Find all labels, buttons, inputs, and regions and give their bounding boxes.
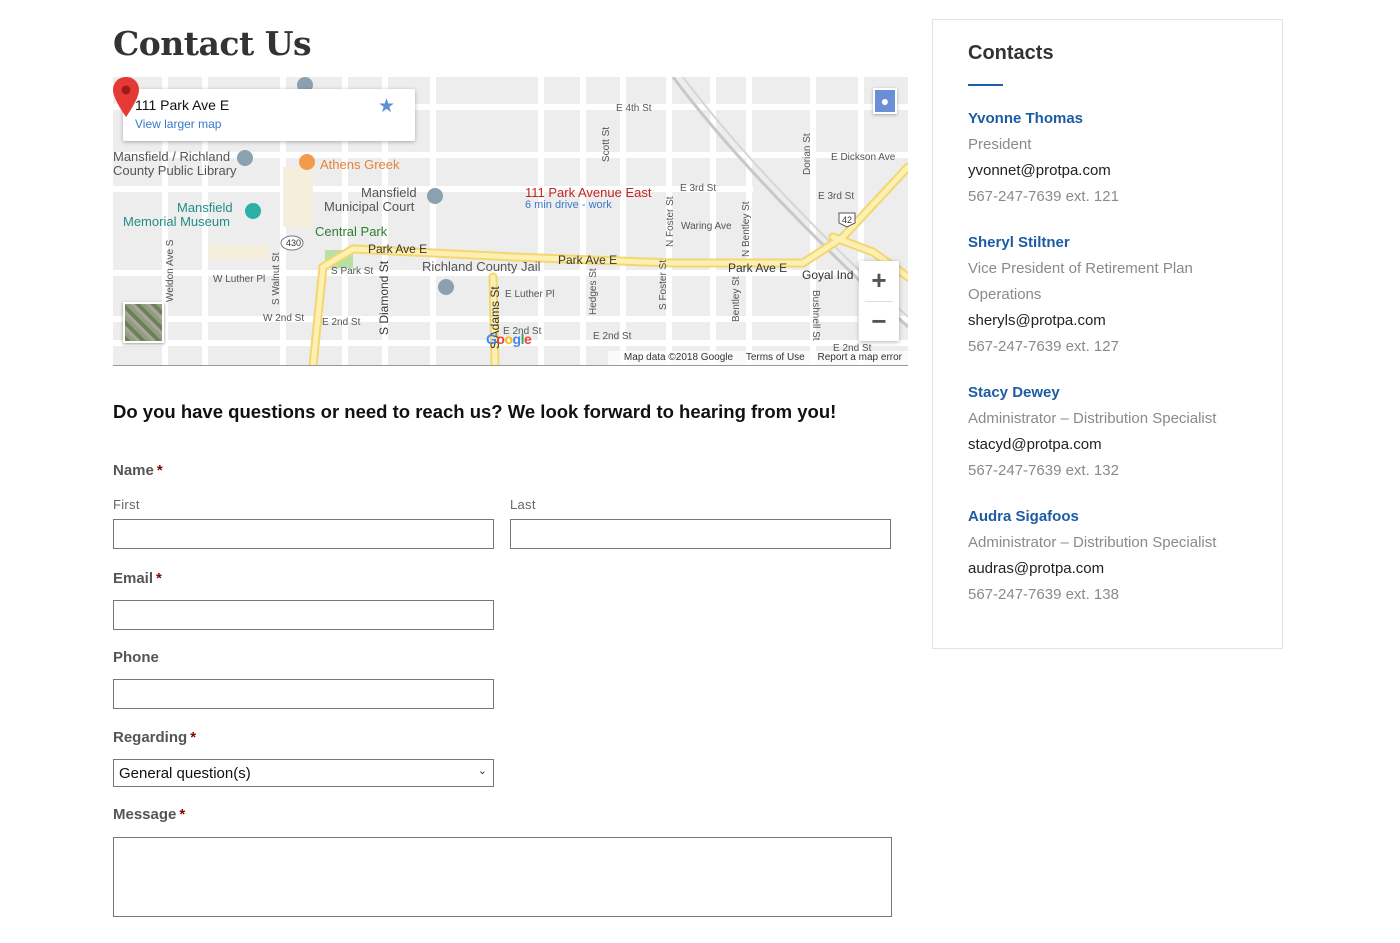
map-label-museum-2: Memorial Museum <box>123 214 230 229</box>
chevron-down-icon: ⌄ <box>477 765 487 777</box>
street-view-pegman-icon[interactable]: ● <box>873 88 897 114</box>
map-label-e2nd-1: E 2nd St <box>322 317 361 328</box>
view-larger-map-link[interactable]: View larger map <box>135 117 221 131</box>
map-label-athens-greek: Athens Greek <box>320 157 400 172</box>
map-terms-link[interactable]: Terms of Use <box>746 352 805 363</box>
first-name-input[interactable] <box>113 519 494 549</box>
contact-role: Administrator – Distribution Specialist <box>968 534 1217 551</box>
map-data-credit: Map data ©2018 Google <box>623 352 734 363</box>
regarding-select[interactable]: General question(s) ⌄ <box>113 759 494 787</box>
map-label-court-2: Municipal Court <box>324 199 415 214</box>
contact-name[interactable]: Yvonne Thomas <box>968 106 1268 132</box>
form-intro: Do you have questions or need to reach u… <box>113 401 837 422</box>
contact-phone: 567-247-7639 ext. 132 <box>968 462 1119 479</box>
contact-phone: 567-247-7639 ext. 127 <box>968 338 1119 355</box>
regarding-label: Regarding * <box>113 729 197 746</box>
contact-phone: 567-247-7639 ext. 138 <box>968 586 1119 603</box>
email-label: Email * <box>113 570 162 587</box>
map-info-card: 111 Park Ave E View larger map ★ <box>123 89 415 141</box>
email-input[interactable] <box>113 600 494 630</box>
location-pin-icon[interactable] <box>113 77 139 117</box>
contact-role: President <box>968 136 1032 153</box>
map-card-address: 111 Park Ave E <box>135 97 230 113</box>
contact-phone: 567-247-7639 ext. 121 <box>968 188 1119 205</box>
map-label-library-1: Mansfield / Richland <box>113 149 230 164</box>
save-star-icon[interactable]: ★ <box>378 95 395 118</box>
map-label-bentley: Bentley St <box>731 276 742 322</box>
last-name-input[interactable] <box>510 519 891 549</box>
map-label-e2nd-3: E 2nd St <box>593 331 632 342</box>
name-label: Name * <box>113 462 163 479</box>
google-logo: Google <box>486 331 532 347</box>
map-label-hedges: Hedges St <box>588 268 599 315</box>
contacts-title: Contacts <box>968 42 1054 64</box>
map-label-w-luther: W Luther Pl <box>213 274 265 285</box>
contacts-panel: Contacts Yvonne Thomas President yvonnet… <box>932 19 1283 649</box>
zoom-in-button[interactable]: + <box>859 261 899 301</box>
map-footer: Map data ©2018 Google Terms of Use Repor… <box>607 351 908 365</box>
contact-role: Administrator – Distribution Specialist <box>968 410 1217 427</box>
first-name-sublabel: First <box>113 497 140 512</box>
map-label-dickson: E Dickson Ave <box>831 152 896 163</box>
contact-card: Sheryl Stiltner Vice President of Retire… <box>968 230 1268 360</box>
contact-email[interactable]: yvonnet@protpa.com <box>968 158 1268 184</box>
message-label: Message * <box>113 806 186 823</box>
map-label-goyal: Goyal Ind <box>802 268 853 282</box>
map-label-library-2: County Public Library <box>113 163 237 178</box>
map-label-weldon: Weldon Ave S <box>165 239 176 302</box>
map-label-w2nd: W 2nd St <box>263 313 304 324</box>
contact-role: Vice President of Retirement Plan Operat… <box>968 260 1193 303</box>
map-report-link[interactable]: Report a map error <box>818 352 902 363</box>
map-label-central-park: Central Park <box>315 224 388 239</box>
regarding-selected-value: General question(s) <box>119 765 251 782</box>
map-label-jail: Richland County Jail <box>422 259 541 274</box>
map-label-s-walnut: S Walnut St <box>271 252 282 305</box>
destination-sub-label: 6 min drive - work <box>525 199 612 211</box>
contact-name[interactable]: Sheryl Stiltner <box>968 230 1268 256</box>
map-label-e4th: E 4th St <box>616 103 652 114</box>
message-textarea[interactable] <box>113 837 892 917</box>
route-42-label: 42 <box>842 215 852 225</box>
map-label-park-ave-1: Park Ave E <box>368 242 427 256</box>
map-label-s-park: S Park St <box>331 266 373 277</box>
map-label-e3rd-1: E 3rd St <box>680 183 716 194</box>
map-label-dorian: Dorian St <box>802 133 813 175</box>
map-label-court-1: Mansfield <box>361 185 417 200</box>
map-label-e-luther: E Luther Pl <box>505 289 554 300</box>
destination-label: 111 Park Avenue East <box>525 185 652 200</box>
contact-name[interactable]: Stacy Dewey <box>968 380 1268 406</box>
phone-label: Phone <box>113 649 159 666</box>
map-label-n-bentley: N Bentley St <box>741 201 752 257</box>
map-label-scott: Scott St <box>601 127 612 162</box>
contacts-title-rule <box>968 84 1003 86</box>
map-label-park-ave-3: Park Ave E <box>728 261 787 275</box>
last-name-sublabel: Last <box>510 497 536 512</box>
map-label-s-foster: S Foster St <box>658 260 669 310</box>
contact-card: Audra Sigafoos Administrator – Distribut… <box>968 504 1268 608</box>
contact-email[interactable]: sheryls@protpa.com <box>968 308 1268 334</box>
map-label-park-ave-2: Park Ave E <box>558 253 617 267</box>
phone-input[interactable] <box>113 679 494 709</box>
map-label-s-diamond: S Diamond St <box>377 260 391 335</box>
map-label-museum-1: Mansfield <box>177 200 233 215</box>
page-title: Contact Us <box>113 24 312 63</box>
contact-name[interactable]: Audra Sigafoos <box>968 504 1268 530</box>
map-label-n-foster: N Foster St <box>665 196 676 247</box>
map-label-waring: Waring Ave <box>681 221 732 232</box>
route-430-label: 430 <box>286 238 301 248</box>
zoom-controls: + − <box>859 261 899 341</box>
contact-email[interactable]: stacyd@protpa.com <box>968 432 1268 458</box>
satellite-toggle[interactable] <box>123 302 164 343</box>
contact-card: Stacy Dewey Administrator – Distribution… <box>968 380 1268 484</box>
embedded-map[interactable]: E 4th St E 3rd St E 3rd St E Dickson Ave… <box>113 77 908 366</box>
map-label-bushnell: Bushnell St <box>810 290 821 341</box>
contact-card: Yvonne Thomas President yvonnet@protpa.c… <box>968 106 1268 210</box>
zoom-out-button[interactable]: − <box>859 302 899 342</box>
map-label-e3rd-2: E 3rd St <box>818 191 854 202</box>
contact-email[interactable]: audras@protpa.com <box>968 556 1268 582</box>
